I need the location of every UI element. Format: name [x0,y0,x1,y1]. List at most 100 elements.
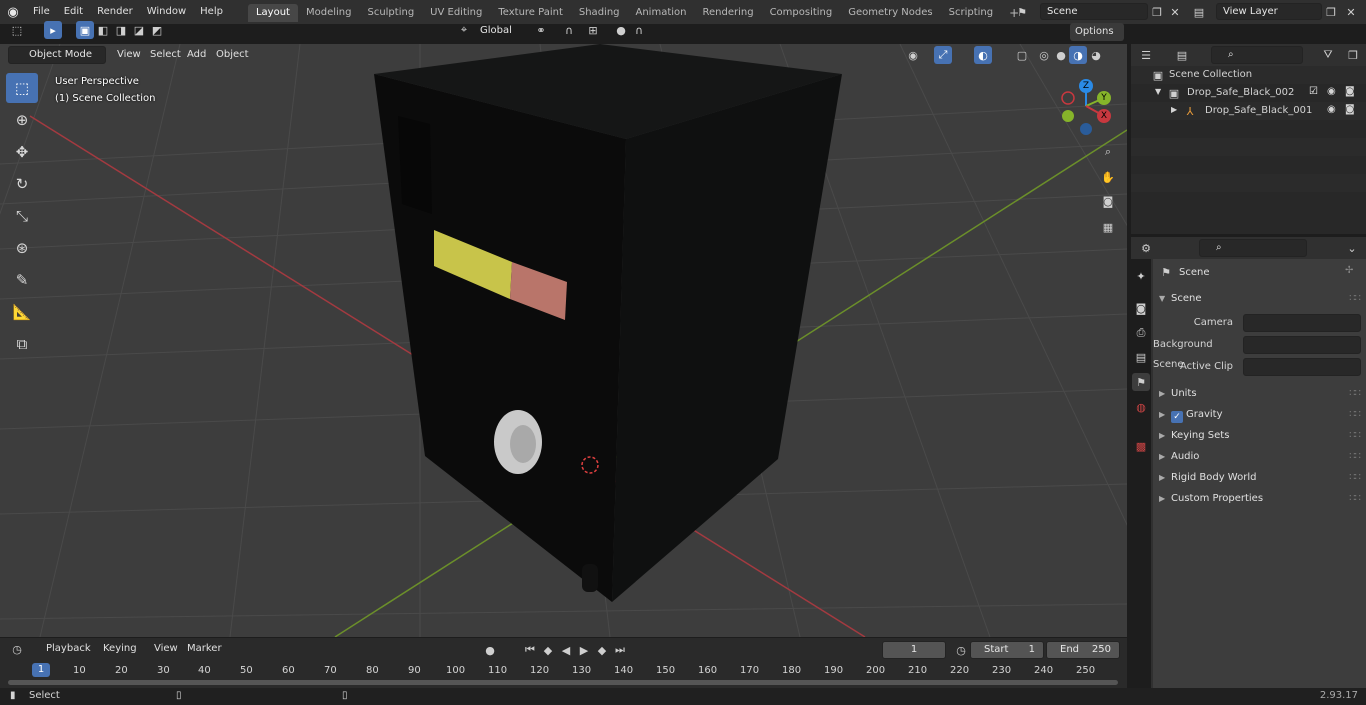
render-tab-icon[interactable]: ◙ [1132,299,1150,317]
proportional-icon[interactable]: ● [612,21,630,39]
tab-animation[interactable]: Animation [628,4,695,22]
gizmo-z[interactable]: Z [1079,79,1093,93]
tab-layout[interactable]: Layout [247,3,298,22]
current-frame-field[interactable]: 1 [882,641,946,659]
units-panel-header[interactable]: ▶ Units ∷∷ [1153,384,1366,404]
options-button[interactable]: Options [1070,23,1124,41]
expand-arrow-icon[interactable]: ▼ [1155,87,1161,96]
eye-icon[interactable]: ◉ [1327,104,1336,115]
start-frame-field[interactable]: Start 1 [970,641,1044,659]
copy-scene-icon[interactable]: ❐ [1148,3,1166,21]
cursor-icon[interactable]: ⊕ [6,105,38,135]
menu-playback[interactable]: Playback [42,641,95,657]
mode-new-icon[interactable]: ▣ [76,21,94,39]
camera-icon[interactable]: ◙ [1345,104,1355,115]
tab-compositing[interactable]: Compositing [762,4,841,22]
tab-scripting[interactable]: Scripting [941,4,1001,22]
menu-marker[interactable]: Marker [183,641,226,657]
view-layer-tab-icon[interactable]: ▤ [1132,348,1150,366]
select-box-tool-icon[interactable]: ▸ [44,21,62,39]
menu-select[interactable]: Select [146,47,185,63]
menu-view[interactable]: View [113,47,145,63]
pivot-icon[interactable]: ⚭ [532,21,550,39]
add-cube-icon[interactable]: ⧉ [6,329,38,359]
rigid-body-world-panel-header[interactable]: ▶ Rigid Body World ∷∷ [1153,468,1366,488]
gravity-checkbox[interactable]: ✓ [1171,411,1183,423]
gizmo-y[interactable]: Y [1097,91,1111,105]
transform-orientation-select[interactable]: Global [474,23,522,41]
jump-end-icon[interactable]: ⏭ [611,641,629,659]
annotate-icon[interactable]: ✎ [6,265,38,295]
camera-view-icon[interactable]: ◙ [1099,192,1117,210]
properties-search-input[interactable]: ⌕ [1199,239,1307,257]
expand-arrow-icon[interactable]: ▶ [1171,105,1177,114]
tab-uv-editing[interactable]: UV Editing [422,4,490,22]
background-scene-field[interactable] [1243,336,1361,354]
copy-view-layer-icon[interactable]: ❐ [1322,3,1340,21]
3d-viewport[interactable] [0,44,1127,637]
outliner-editor-icon[interactable]: ☰ [1137,46,1155,64]
wireframe-shading-icon[interactable]: ◎ [1035,46,1053,64]
active-clip-field[interactable] [1243,358,1361,376]
mode-extend-icon[interactable]: ◧ [94,21,112,39]
audio-panel-header[interactable]: ▶ Audio ∷∷ [1153,447,1366,467]
rendered-shading-icon[interactable]: ◕ [1087,46,1105,64]
custom-properties-panel-header[interactable]: ▶ Custom Properties ∷∷ [1153,489,1366,509]
include-checkbox-icon[interactable]: ☑ [1309,86,1318,97]
properties-options-icon[interactable]: ⌄ [1343,239,1361,257]
next-keyframe-icon[interactable]: ◆ [593,641,611,659]
pin-icon[interactable]: ✢ [1345,265,1353,276]
transform-icon[interactable]: ⊛ [6,233,38,263]
overlay-toggle-icon[interactable]: ◐ [974,46,992,64]
view-layer-selector[interactable]: View Layer [1216,3,1322,20]
menu-add[interactable]: Add [183,47,210,63]
jump-start-icon[interactable]: ⏮ [521,641,539,659]
camera-icon[interactable]: ◙ [1345,86,1355,97]
record-icon[interactable]: ● [481,641,499,659]
scale-icon[interactable]: ⤡ [6,201,38,231]
navigation-gizmo[interactable]: Z Y X [1058,76,1118,136]
prev-keyframe-icon[interactable]: ◆ [539,641,557,659]
menu-help[interactable]: Help [193,0,230,24]
orientation-icon[interactable]: ⌖ [455,21,473,39]
move-icon[interactable]: ✥ [6,137,38,167]
rotate-icon[interactable]: ↻ [6,169,38,199]
pan-hand-icon[interactable]: ✋ [1099,168,1117,186]
tool-tab-icon[interactable]: ✦ [1132,267,1150,285]
tab-texture-paint[interactable]: Texture Paint [490,4,571,22]
properties-editor-icon[interactable]: ⚙ [1137,239,1155,257]
remove-view-layer-icon[interactable]: ✕ [1342,3,1360,21]
frame-ruler[interactable]: 1 10 20 30 40 50 60 70 80 90 100 110 120… [0,662,1127,678]
mode-select[interactable]: Object Mode [8,46,106,64]
output-tab-icon[interactable]: ⎙ [1132,324,1150,342]
play-icon[interactable]: ▶ [575,641,593,659]
gizmo-toggle-icon[interactable]: ⤢ [934,46,952,64]
scene-selector[interactable]: Scene [1040,3,1148,20]
tab-sculpting[interactable]: Sculpting [359,4,422,22]
eye-icon[interactable]: ◉ [1327,86,1336,97]
clock-icon[interactable]: ◷ [952,641,970,659]
measure-icon[interactable]: 📐 [6,297,38,327]
outliner-item-safe-001[interactable]: Drop_Safe_Black_001 [1205,105,1312,116]
world-tab-icon[interactable]: ◍ [1132,398,1150,416]
keying-sets-panel-header[interactable]: ▶ Keying Sets ∷∷ [1153,426,1366,446]
snap-target-icon[interactable]: ⊞ [584,21,602,39]
select-box-icon[interactable]: ⬚ [6,73,38,103]
menu-keying[interactable]: Keying [99,641,141,657]
scene-tab-icon[interactable]: ⚑ [1132,373,1150,391]
timeline-editor-icon[interactable]: ◷ [8,640,26,658]
scene-panel-header[interactable]: ▼ Scene ∷∷ [1153,289,1366,309]
tab-geometry-nodes[interactable]: Geometry Nodes [840,4,940,22]
material-shading-icon[interactable]: ◑ [1069,46,1087,64]
display-mode-icon[interactable]: ▤ [1173,46,1191,64]
camera-field[interactable] [1243,314,1361,332]
xray-icon[interactable]: ▢ [1013,46,1031,64]
gizmo-x[interactable]: X [1097,109,1111,123]
gravity-panel-header[interactable]: ▶ ✓ Gravity ∷∷ [1153,405,1366,425]
snap-icon[interactable]: ∩ [560,21,578,39]
end-frame-field[interactable]: End 250 [1046,641,1120,659]
visibility-icon[interactable]: ◉ [904,46,922,64]
new-collection-icon[interactable]: ❐ [1344,46,1362,64]
tab-rendering[interactable]: Rendering [694,4,761,22]
filter-icon[interactable]: ⛛ [1319,46,1337,64]
